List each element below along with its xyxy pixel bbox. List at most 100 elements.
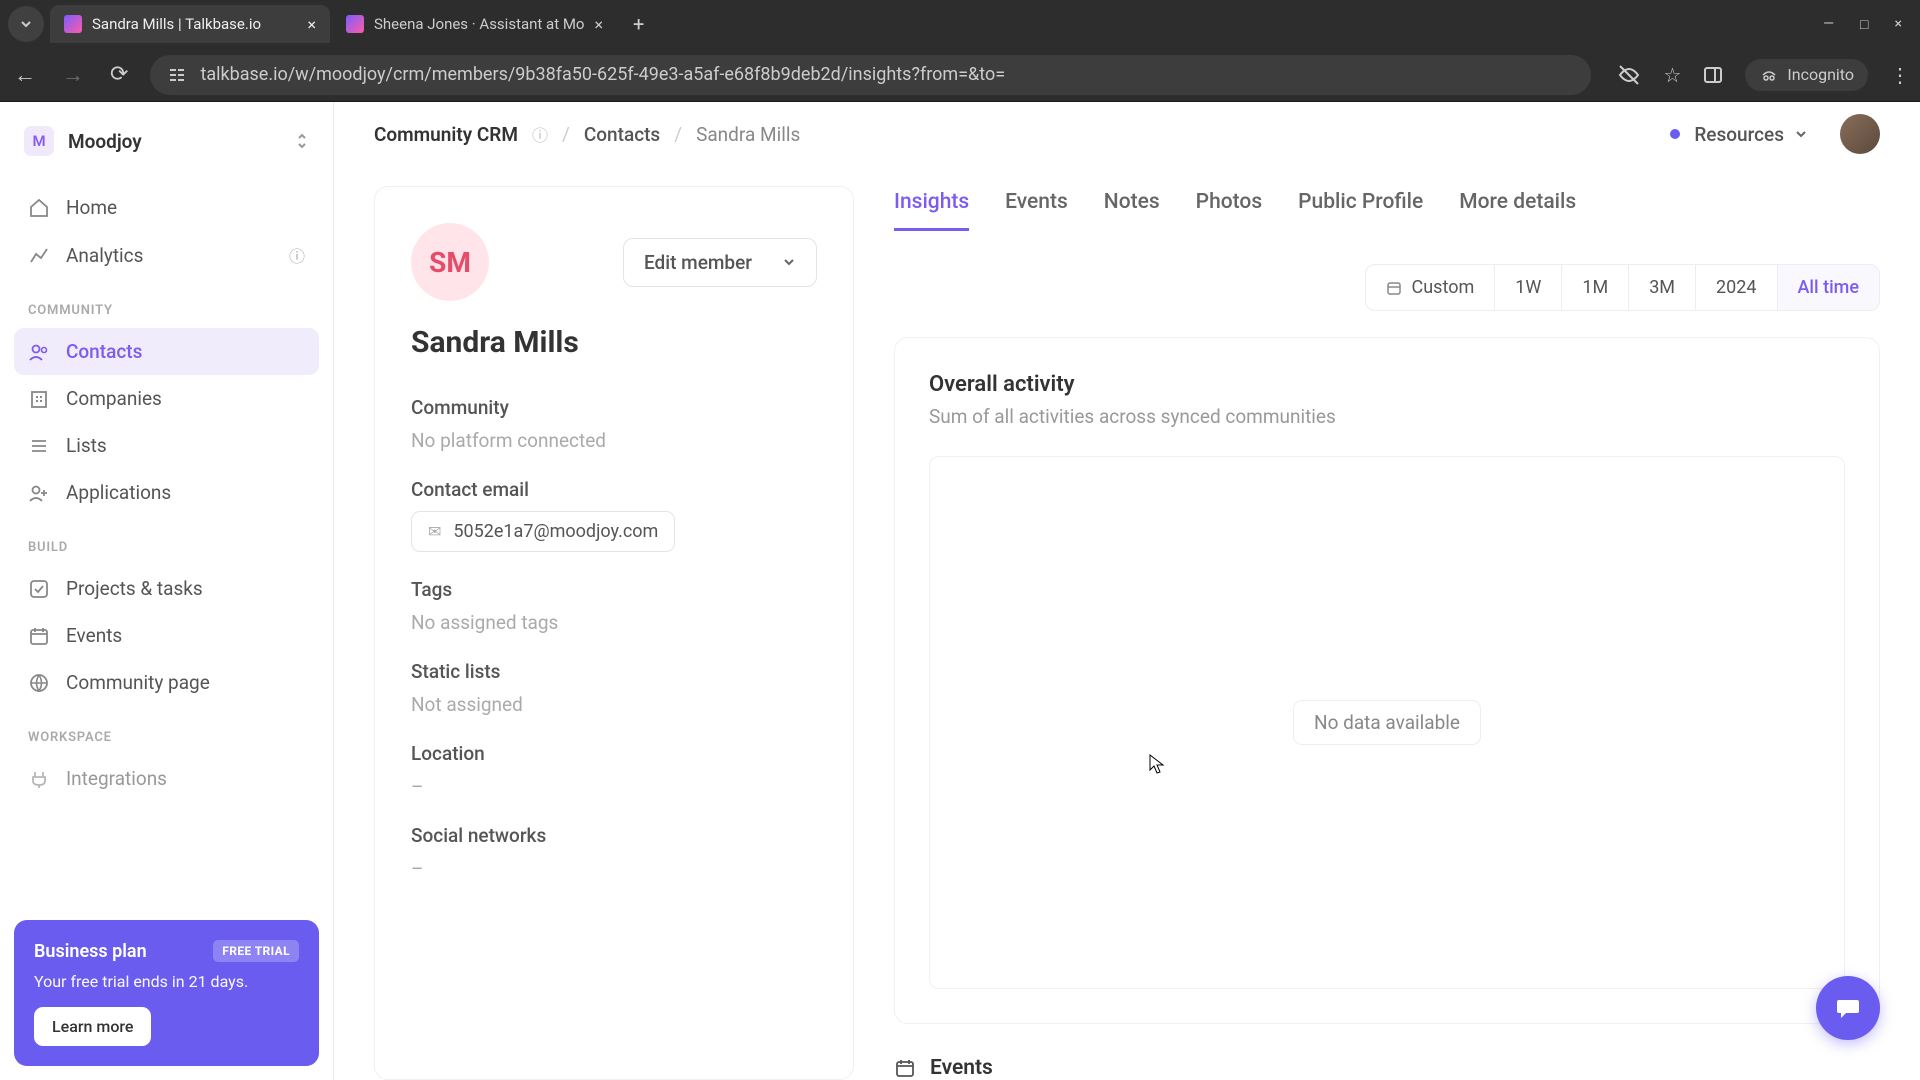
learn-more-button[interactable]: Learn more xyxy=(34,1007,151,1046)
sidebar-item-home[interactable]: Home xyxy=(14,184,319,231)
building-icon xyxy=(28,388,50,410)
trial-title: Business plan xyxy=(34,941,147,962)
tab-title: Sheena Jones · Assistant at Mo xyxy=(374,15,584,33)
sidebar-item-companies[interactable]: Companies xyxy=(14,375,319,422)
breadcrumb-item[interactable]: Contacts xyxy=(584,123,660,146)
sidebar-item-label: Applications xyxy=(66,481,171,504)
sidebar-section-community: COMMUNITY xyxy=(14,279,319,328)
sidebar-item-analytics[interactable]: Analytics ⓘ xyxy=(14,231,319,279)
trial-badge: FREE TRIAL xyxy=(213,940,299,962)
info-icon[interactable]: ⓘ xyxy=(532,122,548,146)
resources-dropdown[interactable]: Resources xyxy=(1694,123,1808,146)
activity-title: Overall activity xyxy=(929,372,1845,397)
site-settings-icon[interactable] xyxy=(168,66,186,84)
home-icon xyxy=(28,197,50,219)
browser-tab-1[interactable]: Sandra Mills | Talkbase.io × xyxy=(50,5,330,43)
mail-icon: ✉ xyxy=(428,522,441,541)
side-panel-icon[interactable] xyxy=(1703,65,1723,85)
sidebar-item-events[interactable]: Events xyxy=(14,612,319,659)
sidebar-item-label: Companies xyxy=(66,387,162,410)
tab-events[interactable]: Events xyxy=(1005,186,1068,231)
field-value-social: – xyxy=(411,857,817,880)
sidebar-item-lists[interactable]: Lists xyxy=(14,422,319,469)
sidebar-item-label: Events xyxy=(66,624,122,647)
sidebar-item-label: Projects & tasks xyxy=(66,577,203,600)
tab-more-details[interactable]: More details xyxy=(1459,186,1576,231)
incognito-badge[interactable]: Incognito xyxy=(1745,59,1868,91)
close-icon[interactable]: × xyxy=(594,15,603,34)
browser-tab-strip: Sandra Mills | Talkbase.io × Sheena Jone… xyxy=(0,0,1920,48)
sidebar-section-workspace: WORKSPACE xyxy=(14,706,319,755)
sidebar-section-build: BUILD xyxy=(14,516,319,565)
tabs: Insights Events Notes Photos Public Prof… xyxy=(894,186,1880,232)
trial-subtitle: Your free trial ends in 21 days. xyxy=(34,972,299,991)
bookmark-icon[interactable]: ☆ xyxy=(1663,63,1681,87)
sidebar-item-community-page[interactable]: Community page xyxy=(14,659,319,706)
plug-icon xyxy=(28,768,50,790)
sidebar-item-applications[interactable]: Applications xyxy=(14,469,319,516)
tab-insights[interactable]: Insights xyxy=(894,186,969,231)
browser-address-row: ← → ⟳ talkbase.io/w/moodjoy/crm/members/… xyxy=(0,48,1920,102)
range-2024-button[interactable]: 2024 xyxy=(1696,265,1777,310)
minimize-icon[interactable]: — xyxy=(1823,16,1834,33)
calendar-icon xyxy=(894,1057,916,1079)
chart-icon xyxy=(28,244,50,266)
sidebar-item-projects[interactable]: Projects & tasks xyxy=(14,565,319,612)
activity-card: Overall activity Sum of all activities a… xyxy=(894,337,1880,1024)
sidebar-item-integrations[interactable]: Integrations xyxy=(14,755,319,802)
email-chip[interactable]: ✉ 5052e1a7@moodjoy.com xyxy=(411,511,675,552)
chevron-down-icon xyxy=(1794,127,1808,141)
new-tab-button[interactable]: + xyxy=(619,12,658,36)
range-3m-button[interactable]: 3M xyxy=(1629,265,1696,310)
menu-icon[interactable]: ⋮ xyxy=(1890,63,1910,87)
range-all-time-button[interactable]: All time xyxy=(1778,265,1880,310)
member-avatar: SM xyxy=(411,223,489,301)
tab-photos[interactable]: Photos xyxy=(1196,186,1262,231)
events-section-header: Events xyxy=(894,1056,1880,1080)
users-icon xyxy=(28,341,50,363)
member-card: SM Edit member Sandra Mills Community No… xyxy=(374,186,854,1080)
tab-public-profile[interactable]: Public Profile xyxy=(1298,186,1423,231)
range-1m-button[interactable]: 1M xyxy=(1562,265,1629,310)
email-value: 5052e1a7@moodjoy.com xyxy=(453,521,658,542)
sidebar-item-contacts[interactable]: Contacts xyxy=(14,328,319,375)
workspace-selector[interactable]: M Moodjoy xyxy=(14,108,319,174)
field-label-social: Social networks xyxy=(411,824,817,847)
favicon-icon xyxy=(64,15,82,33)
reload-icon[interactable]: ⟳ xyxy=(106,62,132,87)
topbar: Community CRM ⓘ / Contacts / Sandra Mill… xyxy=(334,102,1920,166)
user-avatar[interactable] xyxy=(1840,114,1880,154)
range-custom-button[interactable]: Custom xyxy=(1366,265,1496,310)
sidebar-item-label: Contacts xyxy=(66,340,142,363)
edit-member-button[interactable]: Edit member xyxy=(623,238,817,287)
tab-title: Sandra Mills | Talkbase.io xyxy=(92,15,297,33)
range-1w-button[interactable]: 1W xyxy=(1495,265,1562,310)
close-icon[interactable]: × xyxy=(307,15,316,34)
tab-search-icon[interactable] xyxy=(8,6,44,42)
sidebar: M Moodjoy Home Analytics ⓘ COMMUNITY Con… xyxy=(0,102,334,1080)
url-text[interactable]: talkbase.io/w/moodjoy/crm/members/9b38fa… xyxy=(200,64,1573,85)
list-icon xyxy=(28,435,50,457)
breadcrumb-separator: / xyxy=(562,123,570,146)
breadcrumb-separator: / xyxy=(674,123,682,146)
field-value-tags: No assigned tags xyxy=(411,611,817,634)
back-icon[interactable]: ← xyxy=(10,62,40,88)
field-label-email: Contact email xyxy=(411,478,817,501)
chevron-down-icon xyxy=(782,255,796,269)
no-data-badge: No data available xyxy=(1293,700,1481,745)
sidebar-item-label: Integrations xyxy=(66,767,167,790)
browser-tab-2[interactable]: Sheena Jones · Assistant at Mo × xyxy=(332,5,617,43)
globe-icon xyxy=(28,672,50,694)
member-name: Sandra Mills xyxy=(411,325,817,360)
sidebar-item-label: Lists xyxy=(66,434,107,457)
maximize-icon[interactable]: □ xyxy=(1860,16,1868,33)
favicon-icon xyxy=(346,15,364,33)
visibility-off-icon[interactable] xyxy=(1617,63,1641,87)
close-window-icon[interactable]: × xyxy=(1895,16,1902,33)
url-bar[interactable]: talkbase.io/w/moodjoy/crm/members/9b38fa… xyxy=(150,55,1591,95)
calendar-icon xyxy=(28,625,50,647)
chat-fab[interactable] xyxy=(1816,976,1880,1040)
activity-chart-area: No data available xyxy=(929,456,1845,989)
tab-notes[interactable]: Notes xyxy=(1104,186,1160,231)
breadcrumb-item[interactable]: Community CRM xyxy=(374,123,518,146)
